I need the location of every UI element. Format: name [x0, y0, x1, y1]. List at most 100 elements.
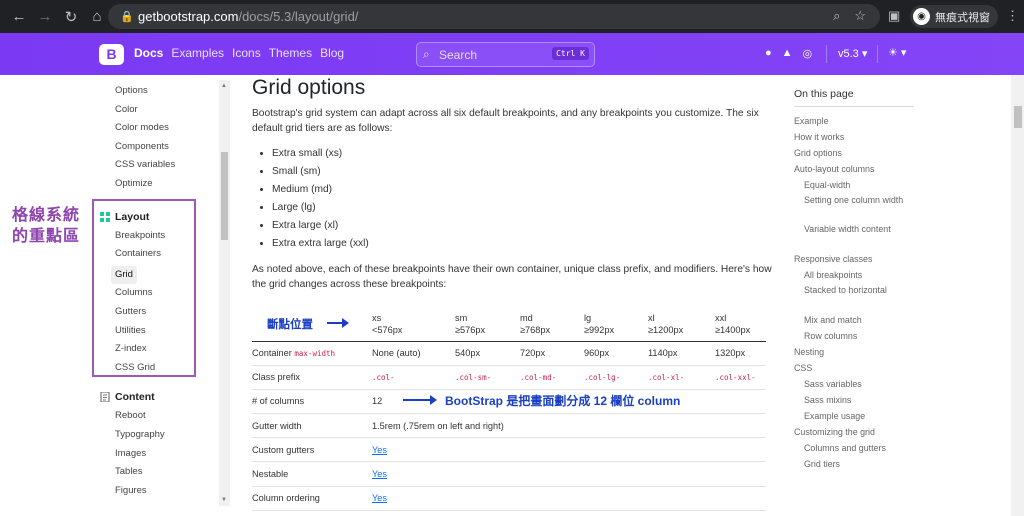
address-bar[interactable]: 🔒 getbootstrap.com/docs/5.3/layout/grid/… — [108, 4, 880, 29]
forward-icon[interactable]: → — [32, 8, 58, 25]
sidebar-section-content[interactable]: Content — [96, 387, 216, 407]
note-paragraph: As noted above, each of these breakpoint… — [252, 264, 772, 290]
bookmark-star-icon[interactable]: ☆ — [854, 8, 866, 24]
scroll-up-icon[interactable]: ▲ — [221, 83, 227, 89]
scroll-down-icon[interactable]: ▼ — [221, 497, 227, 503]
table-cell: 1140px — [648, 341, 715, 366]
sidebar-item-typography[interactable]: Typography — [96, 426, 216, 445]
toc-item[interactable]: Sass mixins — [794, 392, 914, 408]
column-ordering-link[interactable]: Yes — [372, 493, 387, 503]
bp-size: ≥992px — [584, 324, 615, 335]
version-dropdown[interactable]: v5.3 ▾ — [838, 47, 867, 60]
toc-item[interactable]: Equal-width — [794, 177, 914, 193]
nav-icons[interactable]: Icons — [232, 46, 261, 60]
sidebar-item-color[interactable]: Color — [96, 101, 216, 120]
custom-gutters-link[interactable]: Yes — [372, 445, 387, 455]
scrollbar-thumb[interactable] — [221, 152, 228, 240]
incognito-profile[interactable]: ◉ 無痕式視窗 — [910, 5, 998, 28]
nav-docs[interactable]: Docs — [134, 46, 163, 60]
nav-themes[interactable]: Themes — [269, 46, 312, 60]
intro-paragraph: Bootstrap's grid system can adapt across… — [252, 108, 759, 134]
toc-item[interactable]: Nesting — [794, 344, 914, 360]
toc-item[interactable]: Stacked to horizontal — [794, 283, 914, 312]
sidebar-section-label: Content — [115, 391, 155, 404]
toc-item[interactable]: Customizing the grid — [794, 424, 914, 440]
side-panel-icon[interactable]: ▣ — [888, 8, 900, 24]
toc-item[interactable]: Auto-layout columns — [794, 161, 914, 177]
sidebar-item-images[interactable]: Images — [96, 445, 216, 464]
reload-icon[interactable]: ↻ — [58, 8, 84, 26]
sidebar-item-figures[interactable]: Figures — [96, 482, 216, 501]
sidebar-item-css-variables[interactable]: CSS variables — [96, 156, 216, 175]
twitter-icon[interactable]: ▲ — [782, 47, 793, 60]
bootstrap-logo[interactable]: B — [99, 44, 124, 65]
row-label: Class prefix — [252, 365, 372, 390]
bp-size: ≥768px — [520, 324, 551, 335]
toc-item[interactable]: Example usage — [794, 408, 914, 424]
page-scrollbar[interactable] — [1011, 75, 1024, 516]
nav-examples[interactable]: Examples — [171, 46, 224, 60]
row-label-text: Container — [252, 348, 292, 359]
class-prefix-code: .col-sm- — [455, 373, 492, 383]
table-cell: 960px — [584, 341, 648, 366]
home-icon[interactable]: ⌂ — [84, 8, 110, 25]
on-this-page: On this page Example How it works Grid opt… — [794, 88, 914, 472]
bp-size: <576px — [372, 324, 403, 335]
toc-item[interactable]: Setting one column width — [794, 193, 914, 222]
toc-item[interactable]: CSS — [794, 360, 914, 376]
nav-blog[interactable]: Blog — [320, 46, 344, 60]
table-cell: .col-xxl- — [715, 365, 766, 390]
table-cell: .col-xl- — [648, 365, 715, 390]
scrollbar-thumb[interactable] — [1014, 106, 1022, 128]
toc-item[interactable]: Columns and gutters — [794, 440, 914, 456]
opencollective-icon[interactable]: ◎ — [803, 47, 813, 60]
annotation-arrow — [403, 395, 437, 405]
sidebar-scrollbar[interactable]: ▲ ▼ — [219, 80, 230, 506]
menu-icon[interactable]: ⋮ — [1006, 8, 1019, 24]
toc-item[interactable]: Grid options — [794, 145, 914, 161]
theme-toggle[interactable]: ☀ ▾ — [888, 46, 906, 59]
table-row: Nestable Yes — [252, 461, 766, 487]
table-row: Class prefix .col- .col-sm- .col-md- .co… — [252, 365, 766, 390]
toc-item[interactable]: Row columns — [794, 328, 914, 344]
annotation-columns-note: BootStrap 是把畫面劃分成 12 欄位 column — [445, 394, 681, 408]
toc-item[interactable]: Responsive classes — [794, 251, 914, 267]
tier-list: Extra small (xs) Small (sm) Medium (md) … — [272, 145, 772, 253]
table-cell: Yes — [372, 437, 766, 463]
toc-item[interactable]: How it works — [794, 129, 914, 145]
row-label: Container max-width — [252, 341, 372, 366]
nestable-link[interactable]: Yes — [372, 469, 387, 479]
row-label: Custom gutters — [252, 437, 372, 463]
sidebar-item-tables[interactable]: Tables — [96, 463, 216, 482]
bp-name: xxl — [715, 312, 727, 323]
sidebar-item-options[interactable]: Options — [96, 82, 216, 101]
toc-item[interactable]: Grid tiers — [794, 456, 914, 472]
toc-item[interactable]: Mix and match — [794, 312, 914, 328]
lock-icon: 🔒 — [120, 11, 134, 23]
table-row: Column ordering Yes — [252, 486, 766, 511]
toc-item[interactable]: Sass variables — [794, 376, 914, 392]
toc-list: Example How it works Grid options Auto-layo… — [794, 113, 914, 472]
sidebar-item-components[interactable]: Components — [96, 138, 216, 157]
sidebar-item-reboot[interactable]: Reboot — [96, 407, 216, 426]
table-row: Container max-width None (auto) 540px 72… — [252, 341, 766, 366]
table-cell: .col-sm- — [455, 365, 520, 390]
list-item: Extra small (xs) — [272, 145, 772, 163]
docs-search[interactable]: ⌕ Search Ctrl K — [416, 42, 595, 67]
bp-name: lg — [584, 312, 592, 323]
sidebar-item-optimize[interactable]: Optimize — [96, 175, 216, 194]
class-prefix-code: .col-md- — [520, 373, 557, 383]
annotation-line: 的重點區 — [12, 228, 81, 245]
back-icon[interactable]: ← — [6, 8, 32, 25]
toc-item[interactable]: All breakpoints — [794, 267, 914, 283]
annotation-layout-note: 格線系統 的重點區 — [12, 205, 80, 247]
github-icon[interactable]: ● — [765, 47, 772, 60]
sidebar-item-color-modes[interactable]: Color modes — [96, 119, 216, 138]
search-shortcut: Ctrl K — [552, 47, 589, 60]
table-cell: 1320px — [715, 341, 766, 366]
search-icon: ⌕ — [423, 47, 430, 61]
toc-item[interactable]: Variable width content — [794, 222, 914, 251]
toc-item[interactable]: Example — [794, 113, 914, 129]
header-xxl: xxl ≥1400px — [715, 303, 766, 342]
zoom-icon[interactable]: ⌕ — [833, 8, 840, 24]
